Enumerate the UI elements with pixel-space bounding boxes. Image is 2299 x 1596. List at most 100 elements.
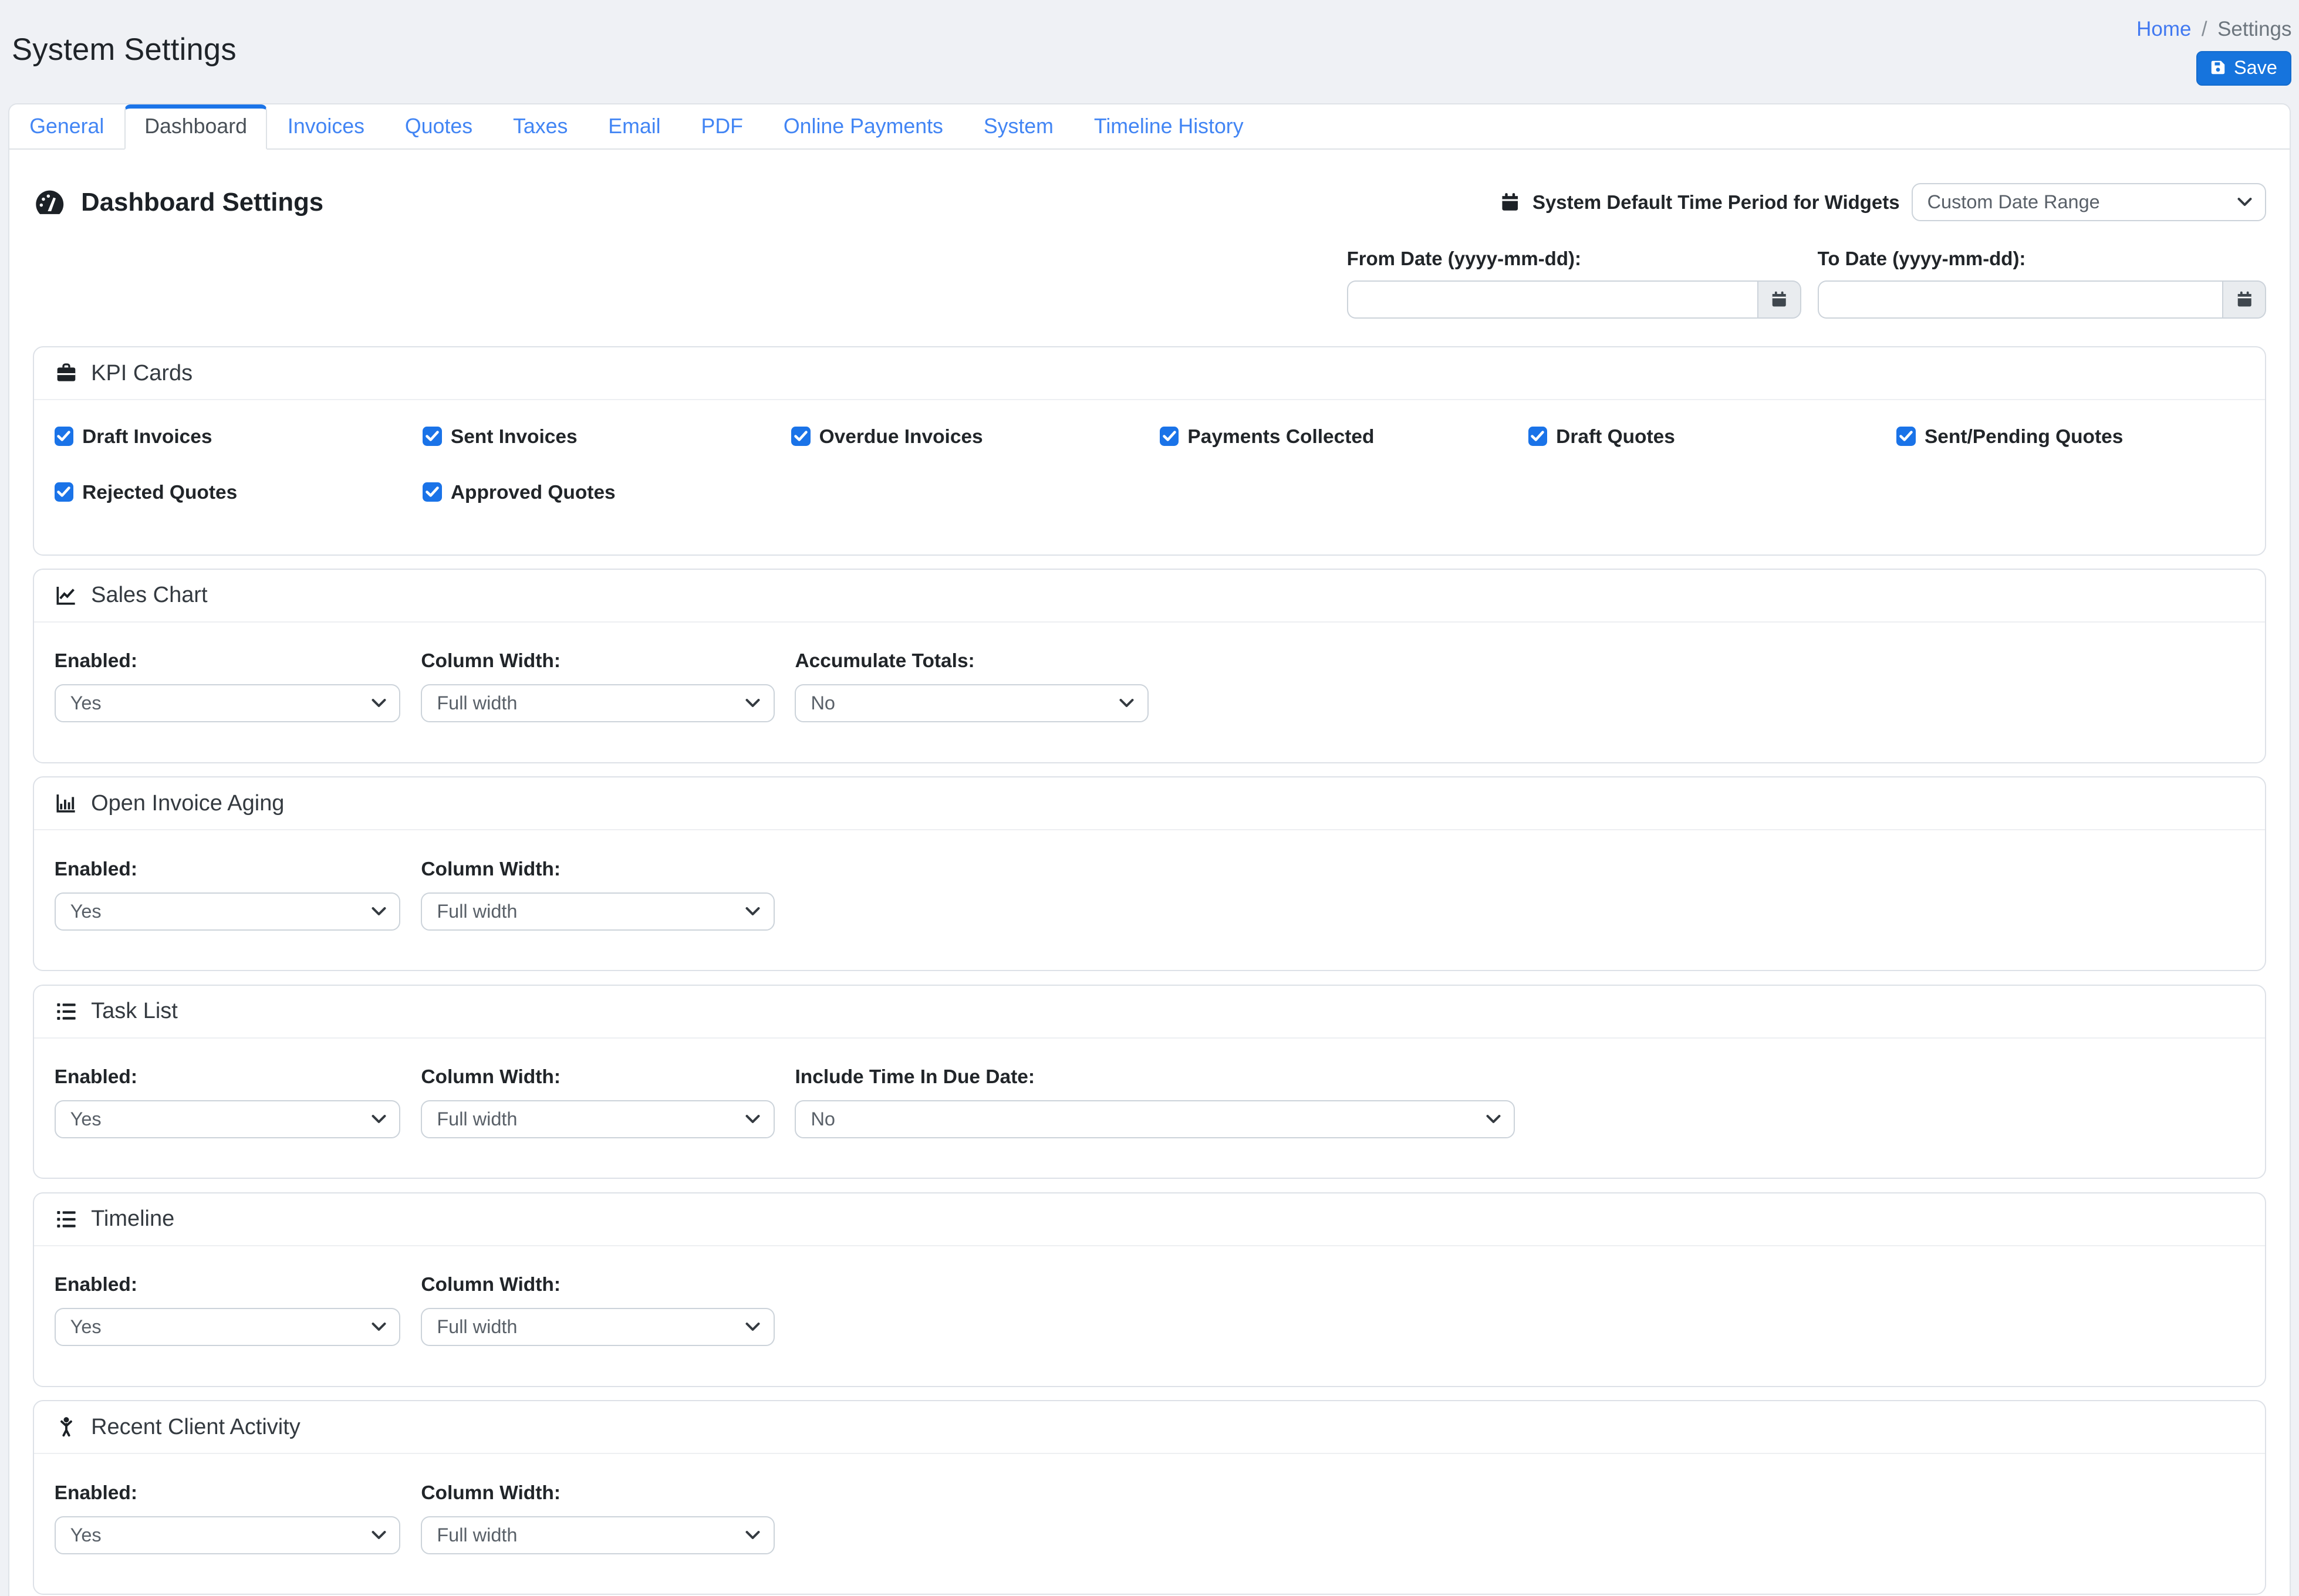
dashboard-settings-heading: Dashboard Settings (33, 185, 323, 219)
chevron-down-icon (745, 1115, 760, 1124)
sales-chart-column-width-select[interactable]: Full width (421, 684, 774, 722)
checkbox-checked-icon (1528, 427, 1547, 445)
open-invoice-aging-column-width-select[interactable]: Full width (421, 892, 774, 931)
dashboard-settings-header-row: Dashboard Settings System Default Time P… (33, 183, 2267, 221)
sales-chart-title: Sales Chart (91, 583, 207, 608)
chevron-down-icon (745, 907, 760, 916)
to-date-input[interactable] (1818, 280, 2223, 319)
checkbox-checked-icon (423, 427, 441, 445)
sales-chart-enabled-select[interactable]: Yes (55, 684, 401, 722)
kpi-checkbox-draft-invoices[interactable]: Draft Invoices (55, 425, 403, 449)
task-list-column-width-select[interactable]: Full width (421, 1100, 774, 1138)
page-title: System Settings (12, 32, 237, 67)
from-date-label: From Date (yyyy-mm-dd): (1347, 248, 1802, 270)
dashboard-tab-panel: Dashboard Settings System Default Time P… (9, 183, 2290, 1595)
settings-tabs: General Dashboard Invoices Quotes Taxes … (9, 104, 2290, 150)
recent-client-activity-body: Enabled: Yes Column Width: Full width (34, 1454, 2266, 1594)
kpi-checkbox-draft-quotes[interactable]: Draft Quotes (1528, 425, 1876, 449)
timeline-body: Enabled: Yes Column Width: Full width (34, 1246, 2266, 1386)
timeline-column-width-select[interactable]: Full width (421, 1308, 774, 1346)
kpi-checkbox-sent-invoices[interactable]: Sent Invoices (423, 425, 771, 449)
checkbox-checked-icon (1896, 427, 1915, 445)
chevron-down-icon (1486, 1115, 1501, 1124)
breadcrumb: Home / Settings (2136, 12, 2291, 41)
chevron-down-icon (372, 699, 386, 708)
kpi-cards-header: KPI Cards (34, 347, 2266, 400)
kpi-checkbox-rejected-quotes[interactable]: Rejected Quotes (55, 481, 403, 505)
custom-date-range-row: From Date (yyyy-mm-dd): To Date (yyyy-mm… (33, 248, 2267, 318)
list-icon (55, 1000, 78, 1023)
sales-chart-accumulate-totals-select[interactable]: No (795, 684, 1148, 722)
tab-general[interactable]: General (9, 104, 124, 150)
tab-quotes[interactable]: Quotes (384, 104, 492, 150)
tab-taxes[interactable]: Taxes (493, 104, 588, 150)
tab-system[interactable]: System (963, 104, 1073, 150)
chevron-down-icon (372, 907, 386, 916)
sales-chart-enabled-field: Enabled: Yes (55, 650, 401, 722)
from-date-input[interactable] (1347, 280, 1758, 319)
chevron-down-icon (745, 1531, 760, 1540)
to-date-calendar-button[interactable] (2222, 280, 2266, 319)
chart-column-icon (55, 792, 78, 815)
sales-chart-column-width-field: Column Width: Full width (421, 650, 774, 722)
recent-client-activity-enabled-field: Enabled: Yes (55, 1482, 401, 1554)
tab-invoices[interactable]: Invoices (267, 104, 384, 150)
time-period-selected-value: Custom Date Range (1927, 191, 2100, 213)
save-button[interactable]: Save (2196, 51, 2292, 85)
chevron-down-icon (745, 699, 760, 708)
kpi-checkbox-sent-pending-quotes[interactable]: Sent/Pending Quotes (1896, 425, 2244, 449)
tab-dashboard[interactable]: Dashboard (124, 104, 268, 150)
to-date-label: To Date (yyyy-mm-dd): (1818, 248, 2267, 270)
to-date-input-group (1818, 280, 2267, 319)
tab-email[interactable]: Email (588, 104, 681, 150)
task-list-card: Task List Enabled: Yes (33, 985, 2267, 1179)
kpi-checkbox-payments-collected[interactable]: Payments Collected (1160, 425, 1508, 449)
breadcrumb-home-link[interactable]: Home (2136, 18, 2191, 41)
kpi-cards-title: KPI Cards (91, 361, 193, 386)
timeline-enabled-select[interactable]: Yes (55, 1308, 401, 1346)
tab-timeline-history[interactable]: Timeline History (1073, 104, 1264, 150)
open-invoice-aging-body: Enabled: Yes Column Width: Full width (34, 830, 2266, 970)
chart-line-icon (55, 584, 78, 607)
time-period-label: System Default Time Period for Widgets (1532, 191, 1900, 214)
to-date-field: To Date (yyyy-mm-dd): (1818, 248, 2267, 318)
tab-pdf[interactable]: PDF (681, 104, 763, 150)
calendar-icon (2235, 290, 2254, 309)
dashboard-settings-title: Dashboard Settings (81, 188, 323, 217)
breadcrumb-current: Settings (2217, 18, 2291, 41)
checkbox-checked-icon (423, 482, 441, 501)
open-invoice-aging-enabled-select[interactable]: Yes (55, 892, 401, 931)
recent-client-activity-enabled-select[interactable]: Yes (55, 1516, 401, 1554)
page-header: System Settings Home / Settings Save (0, 0, 2299, 86)
checkbox-checked-icon (55, 427, 73, 445)
chevron-down-icon (1119, 699, 1134, 708)
from-date-calendar-button[interactable] (1757, 280, 1801, 319)
open-invoice-aging-column-width-field: Column Width: Full width (421, 858, 774, 931)
tachometer-icon (33, 185, 66, 219)
from-date-field: From Date (yyyy-mm-dd): (1347, 248, 1802, 318)
briefcase-icon (55, 361, 78, 385)
breadcrumb-separator: / (2202, 18, 2207, 41)
time-period-select[interactable]: Custom Date Range (1912, 183, 2267, 221)
checkbox-checked-icon (55, 482, 73, 501)
timeline-title: Timeline (91, 1206, 174, 1232)
kpi-checkbox-approved-quotes[interactable]: Approved Quotes (423, 481, 771, 505)
task-list-include-time-field: Include Time In Due Date: No (795, 1066, 1515, 1138)
kpi-cards-card: KPI Cards Draft Invoices Sent Invoices (33, 346, 2267, 555)
widget-settings-cards: KPI Cards Draft Invoices Sent Invoices (33, 346, 2267, 1595)
task-list-enabled-select[interactable]: Yes (55, 1100, 401, 1138)
chevron-down-icon (2237, 198, 2252, 207)
kpi-checkbox-overdue-invoices[interactable]: Overdue Invoices (791, 425, 1139, 449)
task-list-title: Task List (91, 999, 178, 1024)
tab-online-payments[interactable]: Online Payments (763, 104, 963, 150)
timeline-column-width-field: Column Width: Full width (421, 1274, 774, 1346)
open-invoice-aging-card: Open Invoice Aging Enabled: Yes (33, 776, 2267, 971)
kpi-checkbox-grid: Draft Invoices Sent Invoices Overdue Inv… (55, 425, 2245, 505)
recent-client-activity-card: Recent Client Activity Enabled: Yes (33, 1400, 2267, 1595)
chevron-down-icon (745, 1323, 760, 1331)
recent-client-activity-column-width-select[interactable]: Full width (421, 1516, 774, 1554)
calendar-icon (1499, 191, 1521, 213)
from-date-input-group (1347, 280, 1802, 319)
task-list-include-time-select[interactable]: No (795, 1100, 1515, 1138)
chevron-down-icon (372, 1115, 386, 1124)
